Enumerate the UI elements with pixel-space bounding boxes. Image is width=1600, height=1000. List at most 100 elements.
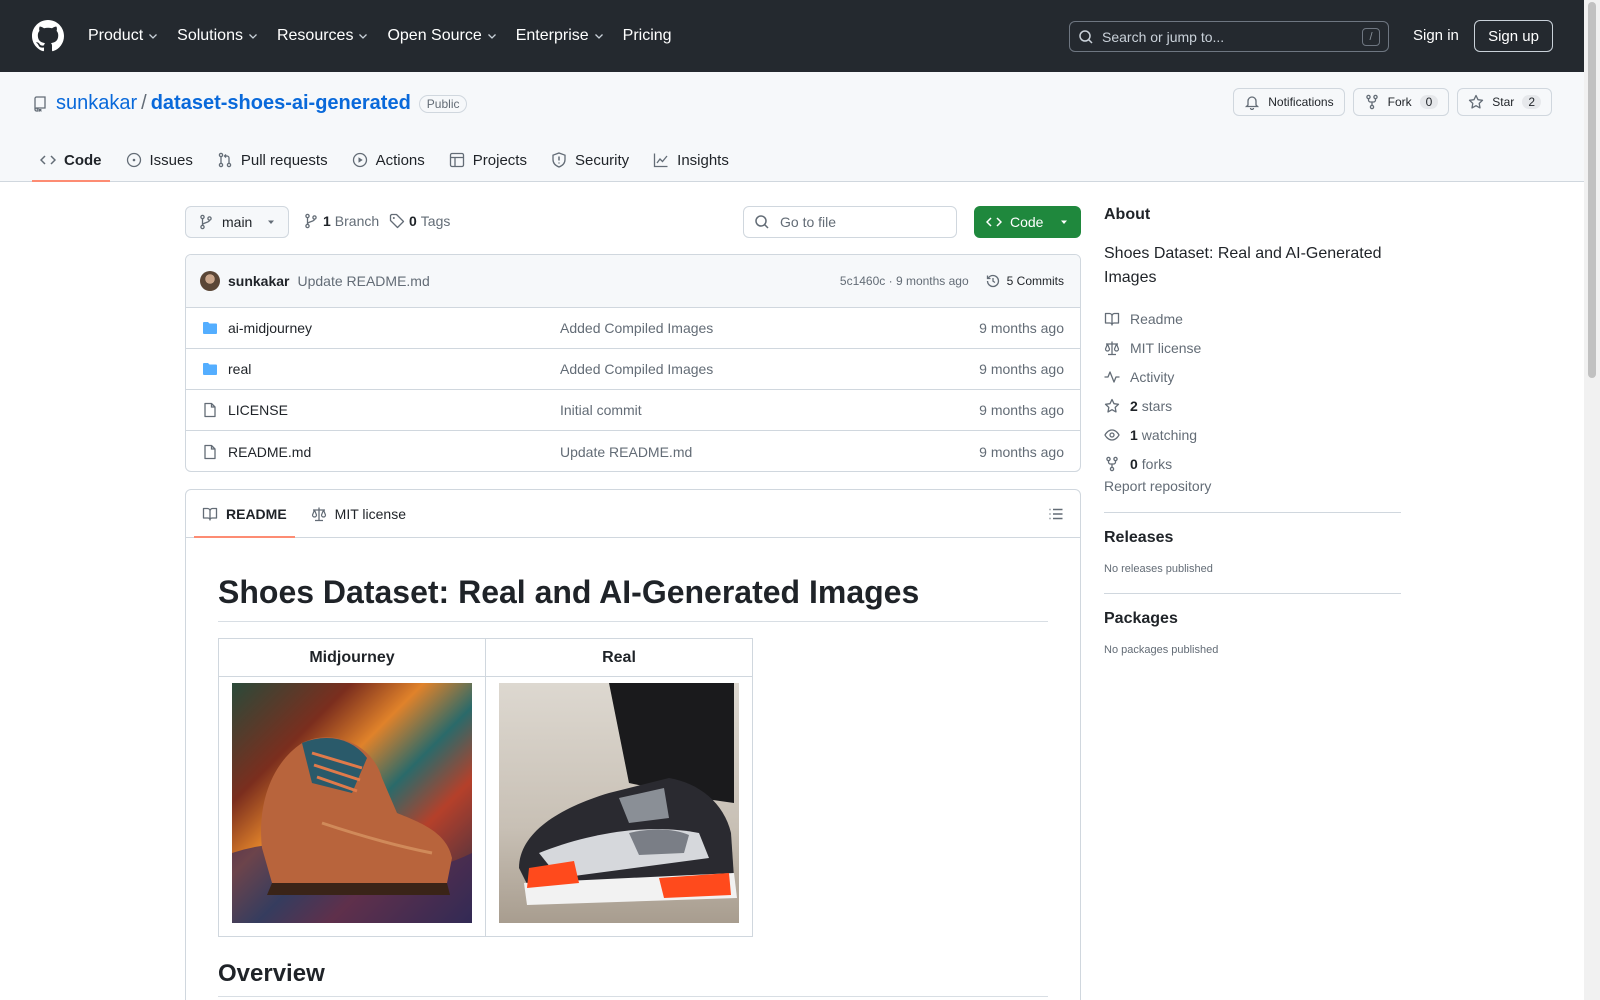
- file-row[interactable]: ai-midjourney Added Compiled Images 9 mo…: [186, 308, 1080, 349]
- license-link-label: MIT license: [1130, 339, 1202, 356]
- file-commit-message[interactable]: Update README.md: [560, 444, 692, 460]
- sign-in-link[interactable]: Sign in: [1413, 27, 1459, 44]
- fork-button[interactable]: Fork 0: [1352, 88, 1450, 116]
- branches-link[interactable]: 1 Branch: [303, 213, 379, 229]
- fork-label: Fork: [1387, 95, 1412, 109]
- readme-overview-heading: Overview: [218, 960, 1048, 997]
- nav-product-label: Product: [88, 27, 144, 44]
- shoe-illustration: [232, 737, 472, 923]
- nav-product[interactable]: Product: [88, 27, 159, 45]
- file-name-link[interactable]: README.md: [228, 444, 560, 460]
- tab-projects-label: Projects: [472, 151, 527, 169]
- nav-enterprise[interactable]: Enterprise: [516, 27, 605, 45]
- shield-icon: [552, 152, 566, 168]
- branch-icon: [200, 214, 212, 230]
- table-header-real: Real: [485, 638, 753, 677]
- go-to-file-placeholder: Go to file: [780, 214, 837, 230]
- file-commit-message[interactable]: Added Compiled Images: [560, 361, 713, 377]
- chevron-down-icon: [149, 34, 158, 39]
- nav-open-source[interactable]: Open Source: [387, 27, 497, 45]
- tab-readme[interactable]: README: [194, 490, 295, 538]
- file-name-link[interactable]: ai-midjourney: [228, 320, 560, 336]
- tab-actions[interactable]: Actions: [344, 138, 433, 182]
- list-toc-icon[interactable]: [1048, 506, 1064, 522]
- readme-link-label: Readme: [1130, 310, 1183, 327]
- commits-history-link[interactable]: 5 Commits: [985, 273, 1064, 289]
- caret-down-icon: [1061, 220, 1067, 224]
- chevron-down-icon: [594, 34, 603, 39]
- chevron-down-icon: [487, 34, 496, 39]
- commit-message-link[interactable]: Update README.md: [297, 273, 429, 289]
- file-icon: [204, 402, 216, 418]
- file-row[interactable]: README.md Update README.md 9 months ago: [186, 431, 1080, 471]
- tag-icon: [389, 213, 405, 229]
- fork-count: 0: [1419, 95, 1439, 109]
- tag-count: 0: [409, 213, 417, 229]
- real-shoe-image[interactable]: [499, 683, 739, 923]
- code-dropdown-button[interactable]: Code: [974, 206, 1081, 238]
- repo-icon: [34, 95, 46, 112]
- latest-commit-bar: sunkakar Update README.md 5c1460c · 9 mo…: [186, 255, 1080, 308]
- releases-heading[interactable]: Releases: [1104, 529, 1401, 547]
- notifications-button[interactable]: Notifications: [1233, 88, 1345, 116]
- file-name-link[interactable]: real: [228, 361, 560, 377]
- commit-author-link[interactable]: sunkakar: [228, 273, 289, 289]
- tab-issues-label: Issues: [149, 151, 193, 169]
- play-icon: [352, 152, 367, 168]
- stars-link[interactable]: 2 stars: [1104, 391, 1401, 420]
- file-row[interactable]: real Added Compiled Images 9 months ago: [186, 349, 1080, 390]
- notifications-label: Notifications: [1268, 95, 1334, 109]
- tab-pull-requests[interactable]: Pull requests: [209, 138, 336, 182]
- branch-count: 1: [323, 213, 331, 229]
- file-name-link[interactable]: LICENSE: [228, 402, 560, 418]
- tab-issues[interactable]: Issues: [118, 138, 201, 182]
- sign-up-button[interactable]: Sign up: [1474, 20, 1553, 52]
- fork-icon: [1365, 94, 1378, 110]
- nav-resources[interactable]: Resources: [277, 27, 369, 45]
- nav-solutions[interactable]: Solutions: [177, 27, 259, 45]
- repo-header: sunkakar / dataset-shoes-ai-generated Pu…: [0, 72, 1584, 182]
- tab-insights[interactable]: Insights: [645, 138, 737, 182]
- packages-heading[interactable]: Packages: [1104, 610, 1401, 628]
- file-row[interactable]: LICENSE Initial commit 9 months ago: [186, 390, 1080, 431]
- table-header-midjourney: Midjourney: [218, 638, 486, 677]
- readme-link[interactable]: Readme: [1104, 304, 1401, 333]
- nav-pricing[interactable]: Pricing: [623, 27, 672, 45]
- nav-solutions-label: Solutions: [177, 27, 243, 44]
- activity-link[interactable]: Activity: [1104, 362, 1401, 391]
- file-commit-message[interactable]: Initial commit: [560, 402, 642, 418]
- watching-link[interactable]: 1 watching: [1104, 420, 1401, 449]
- star-button[interactable]: Star 2: [1457, 88, 1552, 116]
- repo-owner-link[interactable]: sunkakar: [56, 92, 137, 115]
- forks-link[interactable]: 0 forks: [1104, 449, 1401, 478]
- tab-license[interactable]: MIT license: [303, 490, 414, 537]
- github-logo-icon[interactable]: [32, 20, 64, 52]
- branch-select-button[interactable]: main: [185, 206, 289, 238]
- chevron-down-icon: [359, 34, 368, 39]
- tab-security[interactable]: Security: [543, 138, 637, 182]
- page-scrollbar[interactable]: [1584, 0, 1600, 1000]
- file-commit-date: 9 months ago: [979, 320, 1064, 336]
- midjourney-shoe-image[interactable]: [232, 683, 472, 923]
- pull-request-icon: [218, 152, 232, 168]
- global-search-input[interactable]: Search or jump to... /: [1069, 21, 1389, 52]
- tab-projects[interactable]: Projects: [441, 138, 535, 182]
- scrollbar-thumb[interactable]: [1588, 2, 1596, 378]
- chevron-down-icon: [249, 34, 257, 39]
- go-to-file-input[interactable]: Go to file: [743, 206, 957, 238]
- search-icon: [755, 215, 769, 229]
- license-link[interactable]: MIT license: [1104, 333, 1401, 362]
- about-links: Readme MIT license Activity 2 stars 1 wa…: [1104, 304, 1401, 478]
- star-label: Star: [1492, 95, 1515, 109]
- tags-link[interactable]: 0 Tags: [389, 213, 450, 229]
- report-repository-link[interactable]: Report repository: [1104, 478, 1211, 494]
- repo-name-link[interactable]: dataset-shoes-ai-generated: [151, 92, 411, 115]
- search-placeholder: Search or jump to...: [1102, 28, 1225, 45]
- caret-down-icon: [268, 220, 274, 224]
- commit-hash-time[interactable]: 5c1460c · 9 months ago: [840, 274, 969, 288]
- search-shortcut-key: /: [1362, 27, 1380, 46]
- tab-code[interactable]: Code: [32, 138, 110, 182]
- avatar[interactable]: [200, 271, 220, 291]
- about-heading: About: [1104, 206, 1151, 223]
- file-commit-message[interactable]: Added Compiled Images: [560, 320, 713, 336]
